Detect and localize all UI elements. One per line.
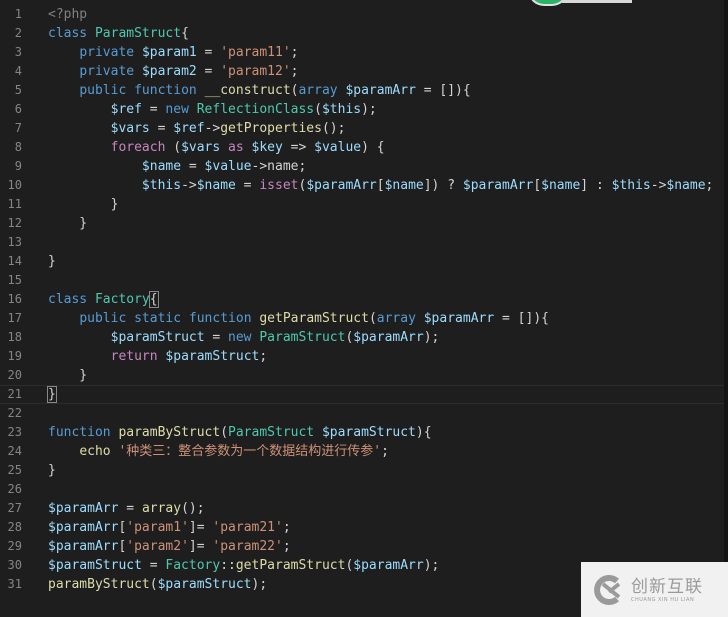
line-number: 15 (7, 273, 22, 287)
code-line[interactable]: 15 (0, 271, 724, 290)
title-bar-fragment (562, 0, 632, 3)
line-number: 10 (7, 178, 22, 192)
code-text[interactable]: } (48, 195, 119, 214)
watermark-subtitle: CHUANG XIN HU LIAN (631, 596, 695, 603)
code-line[interactable]: 23 function paramByStruct(ParamStruct $pa… (0, 423, 724, 442)
line-number: 4 (14, 64, 22, 78)
watermark-title: 创新互联 (631, 576, 703, 597)
code-line[interactable]: 14} (0, 252, 724, 271)
code-line[interactable]: 22 (0, 404, 724, 423)
code-text[interactable]: } (48, 214, 87, 233)
code-line[interactable]: 21} (0, 385, 724, 404)
code-line[interactable]: 20 } (0, 366, 724, 385)
line-number: 17 (7, 311, 22, 325)
line-number: 13 (7, 235, 22, 249)
code-text[interactable]: private $param1 = 'param11'; (48, 43, 298, 62)
code-text[interactable]: class Factory{ (48, 290, 159, 309)
editor-scrollbar[interactable] (724, 0, 728, 617)
line-number: 6 (14, 102, 22, 116)
line-number: 5 (14, 83, 22, 97)
line-number: 9 (14, 159, 22, 173)
code-line[interactable]: 10 $this->$name = isset($paramArr[$name]… (0, 176, 724, 195)
code-text[interactable]: $name = $value->name; (48, 157, 306, 176)
code-text[interactable]: echo '种类三：整合参数为一个数据结构进行传参'; (48, 442, 389, 461)
line-number: 7 (14, 121, 22, 135)
line-number: 8 (14, 140, 22, 154)
line-number: 3 (14, 45, 22, 59)
code-line[interactable]: 2 class ParamStruct{ (0, 24, 724, 43)
line-number: 16 (7, 292, 22, 306)
brand-logo-icon (591, 573, 625, 607)
code-line[interactable]: 5 public function __construct(array $par… (0, 81, 724, 100)
code-line[interactable]: 6 $ref = new ReflectionClass($this); (0, 100, 724, 119)
code-text[interactable]: function paramByStruct(ParamStruct $para… (48, 423, 432, 442)
code-text[interactable]: $vars = $ref->getProperties(); (48, 119, 346, 138)
code-line[interactable]: 3 private $param1 = 'param11'; (0, 43, 724, 62)
code-line[interactable]: 26 (0, 480, 724, 499)
line-number: 1 (14, 7, 22, 21)
code-line[interactable]: 11 } (0, 195, 724, 214)
code-text[interactable]: private $param2 = 'param12'; (48, 62, 298, 81)
line-number: 2 (14, 26, 22, 40)
code-text[interactable]: } (47, 386, 57, 403)
line-number: 11 (7, 197, 22, 211)
line-number: 23 (7, 425, 22, 439)
code-text[interactable]: return $paramStruct; (48, 347, 268, 366)
code-line[interactable]: 27 $paramArr = array(); (0, 499, 724, 518)
code-text[interactable]: class ParamStruct{ (48, 24, 189, 43)
code-line[interactable]: 4 private $param2 = 'param12'; (0, 62, 724, 81)
line-number: 31 (7, 577, 22, 591)
code-text[interactable]: } (48, 252, 56, 271)
line-number: 18 (7, 330, 22, 344)
code-line[interactable]: 12 } (0, 214, 724, 233)
code-text[interactable]: $this->$name = isset($paramArr[$name]) ?… (48, 176, 713, 195)
watermark: 创新互联 CHUANG XIN HU LIAN (581, 562, 728, 617)
line-number: 19 (7, 349, 22, 363)
line-number: 30 (7, 558, 22, 572)
line-number: 28 (7, 520, 22, 534)
code-line[interactable]: 8 foreach ($vars as $key => $value) { (0, 138, 724, 157)
line-number: 22 (7, 406, 22, 420)
code-text[interactable]: $paramArr['param1']= 'param21'; (48, 518, 291, 537)
code-text[interactable]: $ref = new ReflectionClass($this); (48, 100, 377, 119)
line-number: 24 (7, 444, 22, 458)
line-number: 20 (7, 368, 22, 382)
line-number: 29 (7, 539, 22, 553)
code-text[interactable]: } (48, 366, 87, 385)
code-line[interactable]: 25} (0, 461, 724, 480)
code-line[interactable]: 13 (0, 233, 724, 252)
code-text[interactable]: $paramArr['param2']= 'param22'; (48, 537, 291, 556)
line-number: 26 (7, 482, 22, 496)
code-line[interactable]: 1 <?php (0, 5, 724, 24)
code-line[interactable]: 9 $name = $value->name; (0, 157, 724, 176)
code-line[interactable]: 18 $paramStruct = new ParamStruct($param… (0, 328, 724, 347)
code-text[interactable]: <?php (48, 5, 87, 24)
line-number: 25 (7, 463, 22, 477)
line-number: 27 (7, 501, 22, 515)
code-text[interactable]: public static function getParamStruct(ar… (48, 309, 549, 328)
code-editor[interactable]: 1 <?php 2 class ParamStruct{3 private $para… (0, 0, 724, 617)
code-text[interactable]: $paramStruct = Factory::getParamStruct($… (48, 556, 439, 575)
line-number: 21 (7, 387, 22, 401)
code-text[interactable]: } (48, 461, 56, 480)
code-line[interactable]: 24 echo '种类三：整合参数为一个数据结构进行传参'; (0, 442, 724, 461)
code-text[interactable]: public function __construct(array $param… (48, 81, 470, 100)
code-text[interactable]: $paramArr = array(); (48, 499, 205, 518)
code-line[interactable]: 7 $vars = $ref->getProperties(); (0, 119, 724, 138)
code-line[interactable]: 19 return $paramStruct; (0, 347, 724, 366)
line-number: 14 (7, 254, 22, 268)
code-line[interactable]: 16 class Factory{ (0, 290, 724, 309)
code-text[interactable]: paramByStruct($paramStruct); (48, 575, 267, 594)
code-text[interactable]: foreach ($vars as $key => $value) { (48, 138, 385, 157)
line-number: 12 (7, 216, 22, 230)
code-line[interactable]: 28 $paramArr['param1']= 'param21'; (0, 518, 724, 537)
code-line[interactable]: 17 public static function getParamStruct… (0, 309, 724, 328)
code-line[interactable]: 29 $paramArr['param2']= 'param22'; (0, 537, 724, 556)
code-text[interactable]: $paramStruct = new ParamStruct($paramArr… (48, 328, 440, 347)
